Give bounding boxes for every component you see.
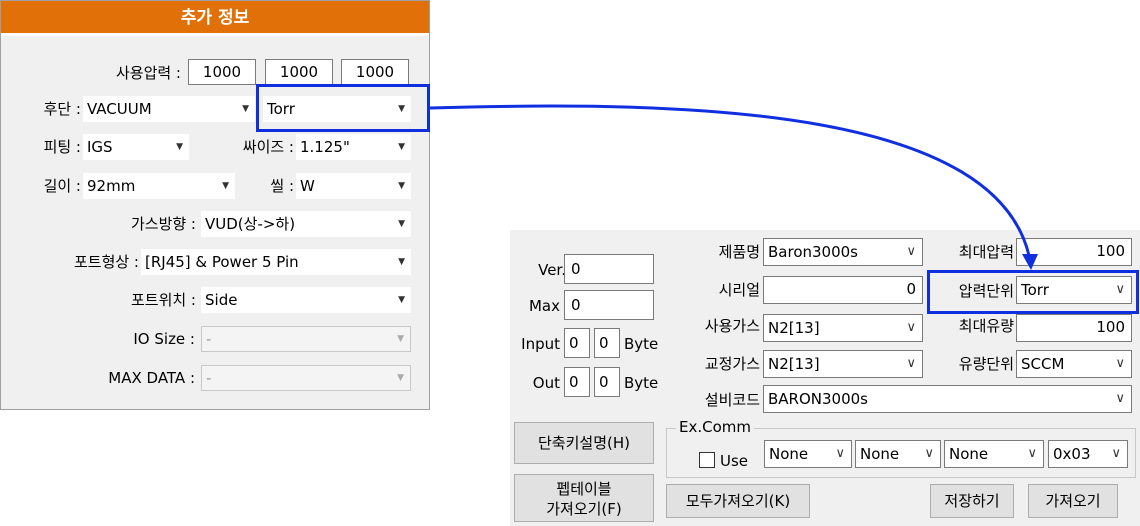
connector-arrow (429, 104, 1038, 270)
arrowhead-icon (1022, 254, 1038, 270)
connector-line (429, 104, 1032, 261)
